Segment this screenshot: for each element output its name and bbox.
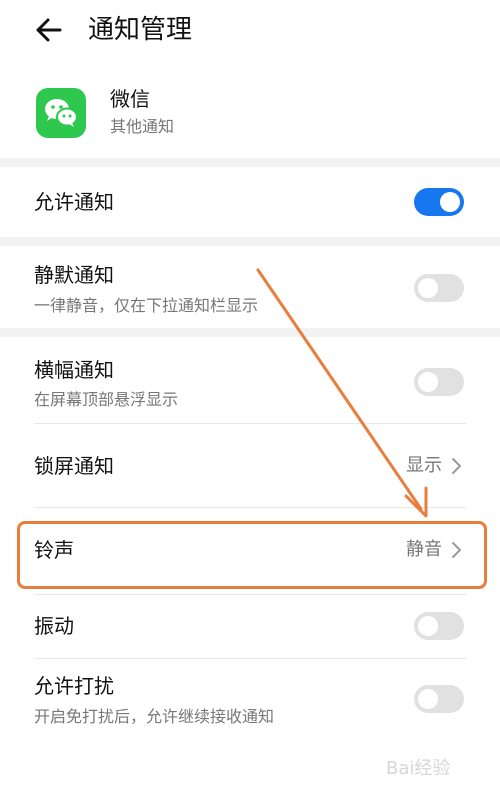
- row-vibration[interactable]: 振动: [0, 595, 500, 658]
- row-allow-dnd[interactable]: 允许打扰 开启免打扰后，允许继续接收通知: [0, 659, 500, 743]
- toggle-knob: [440, 192, 460, 212]
- row-label: 振动: [34, 614, 74, 638]
- row-label: 允许打扰: [34, 674, 114, 698]
- vibration-toggle[interactable]: [414, 612, 464, 640]
- notification-settings-screen: 通知管理 微信 其他通知 允许通知 静默通知 一律静音，仅在下拉通知栏显示 横幅…: [0, 0, 500, 803]
- header: 通知管理: [0, 0, 500, 64]
- row-label: 允许通知: [34, 190, 114, 214]
- page-title: 通知管理: [88, 15, 193, 45]
- row-label: 静默通知: [34, 263, 114, 287]
- app-subtitle: 其他通知: [110, 117, 175, 136]
- row-silent-notifications[interactable]: 静默通知 一律静音，仅在下拉通知栏显示: [0, 246, 500, 328]
- chevron-right-icon: [450, 456, 464, 476]
- row-allow-notifications[interactable]: 允许通知: [0, 167, 500, 237]
- allow-notifications-toggle[interactable]: [414, 188, 464, 216]
- row-value: 显示: [406, 455, 442, 476]
- row-label: 横幅通知: [34, 358, 114, 382]
- annotation-highlight-box: [17, 521, 487, 589]
- section-divider: [0, 328, 500, 337]
- toggle-knob: [418, 689, 438, 709]
- section-divider: [0, 237, 500, 246]
- row-label: 锁屏通知: [34, 454, 114, 478]
- arrow-left-icon[interactable]: [30, 12, 70, 48]
- section-divider: [0, 158, 500, 167]
- allow-dnd-toggle[interactable]: [414, 685, 464, 713]
- silent-notifications-toggle[interactable]: [414, 274, 464, 302]
- watermark: Bai经验: [386, 758, 451, 779]
- app-name: 微信: [110, 87, 150, 111]
- row-lockscreen-notifications[interactable]: 锁屏通知 显示: [0, 424, 500, 508]
- wechat-icon: [36, 88, 86, 138]
- row-subtitle: 开启免打扰后，允许继续接收通知: [34, 707, 275, 726]
- toggle-knob: [418, 616, 438, 636]
- toggle-knob: [418, 278, 438, 298]
- banner-notifications-toggle[interactable]: [414, 368, 464, 396]
- row-subtitle: 一律静音，仅在下拉通知栏显示: [34, 296, 259, 315]
- toggle-knob: [418, 372, 438, 392]
- row-banner-notifications[interactable]: 横幅通知 在屏幕顶部悬浮显示: [0, 337, 500, 424]
- row-subtitle: 在屏幕顶部悬浮显示: [34, 390, 179, 409]
